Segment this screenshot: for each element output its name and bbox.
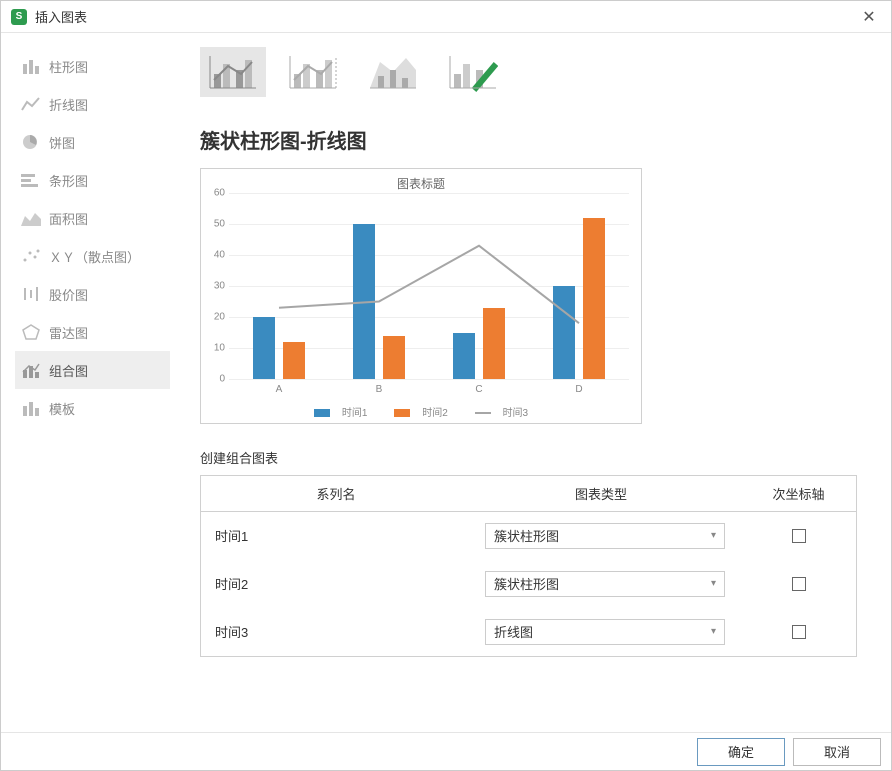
sidebar-item-label: 饼图 [49,133,75,152]
sidebar-item-label: 条形图 [49,171,88,190]
stock-chart-icon [21,286,41,302]
sidebar-item-combo[interactable]: 组合图 [15,351,170,389]
series-name-cell: 时间3 [205,622,465,641]
sidebar-item-radar[interactable]: 雷达图 [15,313,170,351]
sidebar-item-column[interactable]: 柱形图 [15,47,170,85]
sidebar-item-label: 柱形图 [49,57,88,76]
line-chart-icon [21,96,41,112]
dialog-footer: 确定 取消 [1,732,891,770]
series-name-cell: 时间1 [205,526,465,545]
sidebar-item-label: 面积图 [49,209,88,228]
sidebar-item-label: 雷达图 [49,323,88,342]
thumb-custom-combo[interactable] [440,47,506,97]
chevron-down-icon: ▾ [711,530,716,541]
sidebar-item-scatter[interactable]: ＸＹ（散点图） [15,237,170,275]
titlebar: S 插入图表 ✕ [1,1,891,33]
window-title: 插入图表 [35,7,87,26]
chart-legend: 时间1 时间2 时间3 [201,404,641,419]
chart-subtype-thumbnails [200,47,857,97]
chart-type-select[interactable]: 折线图▾ [485,619,725,645]
header-series-name: 系列名 [201,484,461,503]
sidebar-item-label: ＸＹ（散点图） [49,247,140,266]
combo-row: 时间3 折线图▾ [201,608,856,656]
chart-preview: 图表标题 0102030405060ABCD 时间1 时间2 时间3 [200,168,642,424]
sidebar-item-bar[interactable]: 条形图 [15,161,170,199]
sidebar-item-label: 折线图 [49,95,88,114]
sidebar-item-template[interactable]: 模板 [15,389,170,427]
legend-label: 时间1 [342,408,368,419]
chart-type-select[interactable]: 簇状柱形图▾ [485,571,725,597]
combo-config-table: 系列名 图表类型 次坐标轴 时间1 簇状柱形图▾ 时间2 簇状柱形图▾ 时间3 … [200,475,857,657]
chevron-down-icon: ▾ [711,578,716,589]
area-chart-icon [21,210,41,226]
cancel-button[interactable]: 取消 [793,738,881,766]
sidebar-item-area[interactable]: 面积图 [15,199,170,237]
header-secondary-axis: 次坐标轴 [741,484,856,503]
chart-category-sidebar: 柱形图 折线图 饼图 条形图 面积图 ＸＹ（散点图） 股价图 雷达图 组合图 模… [15,47,170,719]
chart-type-select[interactable]: 簇状柱形图▾ [485,523,725,549]
series-name-cell: 时间2 [205,574,465,593]
secondary-axis-checkbox[interactable] [792,577,806,591]
thumb-stacked-area-column[interactable] [360,47,426,97]
sidebar-item-line[interactable]: 折线图 [15,85,170,123]
plot-area: 0102030405060ABCD [229,193,629,379]
template-icon [21,400,41,416]
scatter-chart-icon [21,248,41,264]
secondary-axis-checkbox[interactable] [792,529,806,543]
sidebar-item-label: 模板 [49,399,75,418]
bar-chart-icon [21,172,41,188]
pie-chart-icon [21,134,41,150]
secondary-axis-checkbox[interactable] [792,625,806,639]
chart-title: 图表标题 [201,175,641,192]
combo-row: 时间2 簇状柱形图▾ [201,560,856,608]
ok-button[interactable]: 确定 [697,738,785,766]
chart-type-heading: 簇状柱形图-折线图 [200,125,857,154]
thumb-clustered-column-line-secondary[interactable] [280,47,346,97]
thumb-clustered-column-line[interactable] [200,47,266,97]
combo-section-label: 创建组合图表 [200,448,857,467]
header-chart-type: 图表类型 [461,484,741,503]
sidebar-item-stock[interactable]: 股价图 [15,275,170,313]
legend-label: 时间3 [503,408,529,419]
column-chart-icon [21,58,41,74]
combo-chart-icon [21,362,41,378]
close-button[interactable]: ✕ [857,7,881,27]
combo-row: 时间1 簇状柱形图▾ [201,512,856,560]
sidebar-item-pie[interactable]: 饼图 [15,123,170,161]
sidebar-item-label: 股价图 [49,285,88,304]
sidebar-item-label: 组合图 [49,361,88,380]
legend-label: 时间2 [422,408,448,419]
app-icon: S [11,9,27,25]
combo-table-header: 系列名 图表类型 次坐标轴 [201,476,856,512]
chevron-down-icon: ▾ [711,626,716,637]
radar-chart-icon [21,324,41,340]
